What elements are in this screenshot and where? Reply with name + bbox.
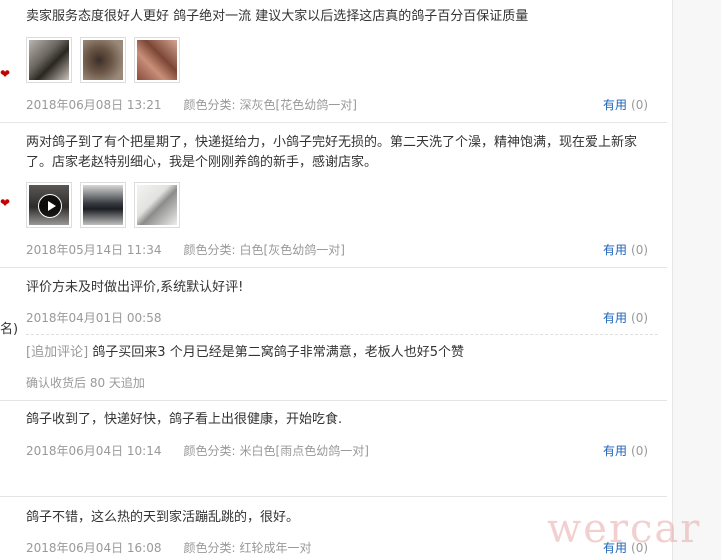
right-sidebar	[672, 0, 721, 560]
color-category-value: 白色[灰色幼鸽一对]	[239, 243, 345, 257]
color-category-label: 颜色分类:	[183, 541, 236, 555]
useful-count: (0)	[631, 444, 649, 458]
review-date: 2018年06月04日 16:08	[26, 541, 162, 555]
useful-count: (0)	[631, 311, 649, 325]
useful-vote: 有用 (0)	[603, 309, 648, 326]
useful-count: (0)	[631, 98, 649, 112]
review-content: 两对鸽子到了有个把星期了，快递挺给力，小鸽子完好无损的。第二天洗了个澡，精神饱满…	[26, 135, 638, 170]
color-category-label: 颜色分类:	[183, 444, 236, 458]
review-meta: 2018年06月04日 16:08 颜色分类: 红轮成年一对	[26, 539, 312, 556]
review-date: 2018年04月01日 00:58	[26, 311, 162, 325]
useful-button[interactable]: 有用	[603, 98, 627, 112]
useful-vote: 有用 (0)	[603, 241, 648, 258]
review-date: 2018年05月14日 11:34	[26, 243, 162, 257]
review-item: 鸽子不错，这么热的天到家活蹦乱跳的，很好。 2018年06月04日 16:08 颜…	[0, 497, 667, 560]
review-photo-thumbnail[interactable]	[134, 182, 180, 228]
review-photo-thumbnail[interactable]	[26, 37, 72, 83]
review-item: 卖家服务态度很好人更好 鸽子绝对一流 建议大家以后选择这店真的鸽子百分百保证质量…	[0, 0, 667, 123]
review-meta: 2018年05月14日 11:34 颜色分类: 白色[灰色幼鸽一对]	[26, 241, 345, 258]
review-date: 2018年06月04日 10:14	[26, 444, 162, 458]
review-date: 2018年06月08日 13:21	[26, 98, 162, 112]
review-photos	[26, 182, 180, 228]
review-item: 鸽子收到了，快递好快，鸽子看上出很健康，开始吃食. 2018年06月04日 10…	[0, 401, 667, 497]
play-icon	[38, 194, 62, 218]
useful-button[interactable]: 有用	[603, 541, 627, 555]
review-photo-thumbnail[interactable]	[80, 37, 126, 83]
useful-vote: 有用 (0)	[603, 442, 648, 459]
useful-vote: 有用 (0)	[603, 539, 648, 556]
append-tag: [追加评论]	[26, 345, 89, 360]
review-meta: 2018年06月08日 13:21 颜色分类: 深灰色[花色幼鸽一对]	[26, 96, 357, 113]
review-meta: 2018年06月04日 10:14 颜色分类: 米白色[雨点色幼鸽一对]	[26, 442, 369, 459]
color-category-value: 米白色[雨点色幼鸽一对]	[239, 444, 369, 458]
useful-button[interactable]: 有用	[603, 444, 627, 458]
review-photo-thumbnail[interactable]	[134, 37, 180, 83]
review-meta: 2018年04月01日 00:58	[26, 309, 161, 326]
append-note: 确认收货后 80 天追加	[26, 376, 145, 390]
review-photos	[26, 37, 180, 83]
review-content: 鸽子不错，这么热的天到家活蹦乱跳的，很好。	[26, 510, 300, 525]
useful-vote: 有用 (0)	[603, 96, 648, 113]
review-content: 评价方未及时做出评价,系统默认好评!	[26, 280, 244, 295]
appended-review: [追加评论] 鸽子买回来3 个月已经是第二窝鸽子非常满意，老板人也好5个赞	[26, 343, 661, 363]
color-category-value: 红轮成年一对	[239, 541, 312, 555]
useful-button[interactable]: 有用	[603, 243, 627, 257]
review-photo-thumbnail[interactable]	[80, 182, 126, 228]
append-content: 鸽子买回来3 个月已经是第二窝鸽子非常满意，老板人也好5个赞	[92, 345, 464, 360]
useful-count: (0)	[631, 541, 649, 555]
color-category-label: 颜色分类:	[183, 243, 236, 257]
review-item: 评价方未及时做出评价,系统默认好评! 2018年04月01日 00:58 有用 (…	[0, 268, 667, 401]
review-item: 两对鸽子到了有个把星期了，快递挺给力，小鸽子完好无损的。第二天洗了个澡，精神饱满…	[0, 123, 667, 268]
useful-button[interactable]: 有用	[603, 311, 627, 325]
append-divider	[26, 334, 658, 335]
color-category-label: 颜色分类:	[183, 98, 236, 112]
review-video-thumbnail[interactable]	[26, 182, 72, 228]
color-category-value: 深灰色[花色幼鸽一对]	[239, 98, 357, 112]
review-content: 鸽子收到了，快递好快，鸽子看上出很健康，开始吃食.	[26, 412, 343, 427]
review-content: 卖家服务态度很好人更好 鸽子绝对一流 建议大家以后选择这店真的鸽子百分百保证质量	[26, 9, 529, 24]
useful-count: (0)	[631, 243, 649, 257]
